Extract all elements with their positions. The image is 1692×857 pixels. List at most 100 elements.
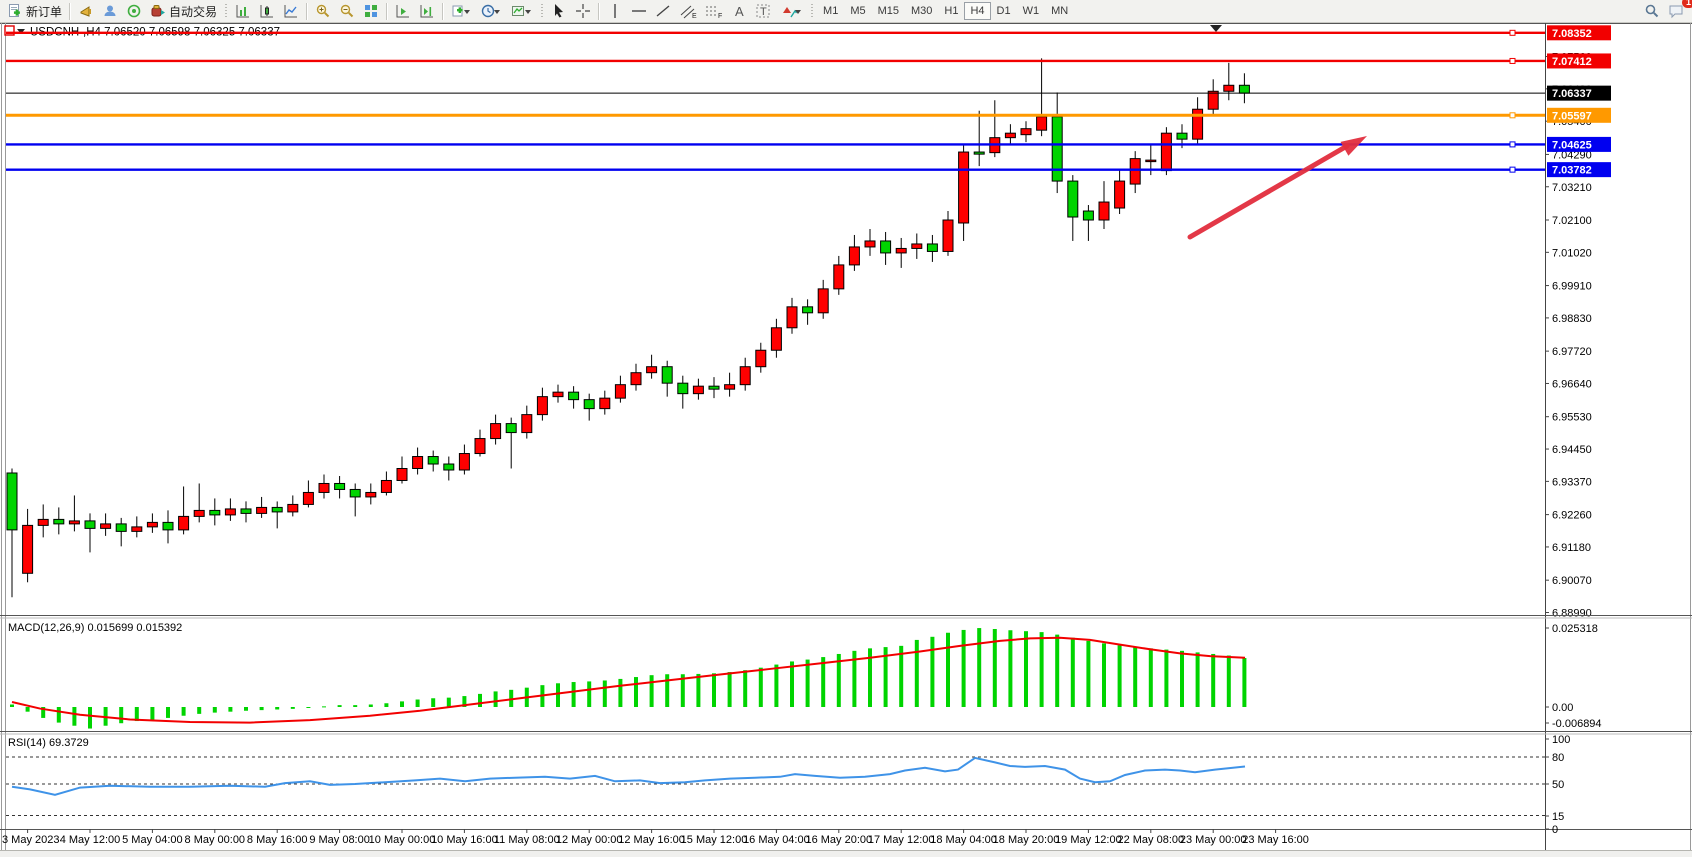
notifications-button[interactable]: 1 <box>1664 1 1689 21</box>
template-button[interactable] <box>507 1 537 21</box>
rsi-label: RSI(14) 69.3729 <box>8 737 89 749</box>
channel-button[interactable]: E <box>675 1 701 21</box>
candle-bear <box>1177 133 1187 139</box>
time-tick-label: 22 May 08:00 <box>1117 834 1184 846</box>
candle-bear <box>1052 117 1062 181</box>
macd-axis-label: 0.00 <box>1552 702 1573 714</box>
timeframe-h4[interactable]: H4 <box>964 2 990 20</box>
separator <box>306 3 308 20</box>
chart-area[interactable]: USDCNH-,H4 7.06520 7.06598 7.06325 7.063… <box>0 0 1692 857</box>
text-icon: A <box>731 3 747 19</box>
time-tick-label: 17 May 12:00 <box>868 834 935 846</box>
cursor-button[interactable] <box>547 1 571 21</box>
candle-bear <box>569 392 579 399</box>
autotrading-button[interactable]: 自动交易 <box>146 1 221 21</box>
toolbar-grip <box>224 4 228 19</box>
autotrading-label: 自动交易 <box>169 3 217 20</box>
vertical-line-button[interactable] <box>603 1 627 21</box>
crosshair-icon <box>575 3 591 19</box>
timeframe-m15[interactable]: M15 <box>872 2 905 20</box>
search-button[interactable] <box>1640 1 1664 21</box>
rsi-axis-label: 0 <box>1552 824 1558 836</box>
zoom-out-button[interactable] <box>335 1 359 21</box>
community-button[interactable] <box>98 1 122 21</box>
candle-bear <box>444 464 454 470</box>
price-tick-label: 7.03210 <box>1552 182 1592 194</box>
horizontal-line-icon <box>631 3 647 19</box>
candle-bear <box>428 457 438 464</box>
macd-bar <box>650 675 654 707</box>
macd-bar <box>260 707 264 710</box>
price-tick-label: 6.99910 <box>1552 281 1592 293</box>
macd-bar <box>665 674 669 707</box>
periods-button[interactable] <box>477 1 507 21</box>
candle-bear <box>803 307 813 313</box>
chart-shift-button[interactable] <box>415 1 439 21</box>
candle-bull <box>834 265 844 289</box>
new-order-icon <box>7 3 23 19</box>
separator <box>386 3 388 20</box>
macd-bar <box>977 628 981 707</box>
macd-bar <box>1133 647 1137 707</box>
text-label-button[interactable]: T <box>751 1 775 21</box>
timeframe-m1[interactable]: M1 <box>817 2 844 20</box>
timeframe-m30[interactable]: M30 <box>905 2 938 20</box>
candle-bear <box>927 244 937 251</box>
macd-bar <box>384 703 388 707</box>
chart-background[interactable] <box>0 23 1692 850</box>
macd-bar <box>962 630 966 707</box>
candle-bear <box>709 386 719 389</box>
timeframe-mn[interactable]: MN <box>1045 2 1074 20</box>
horn-button[interactable] <box>74 1 98 21</box>
crosshair-button[interactable] <box>571 1 595 21</box>
zoom-in-button[interactable] <box>311 1 335 21</box>
horizontal-line-button[interactable] <box>627 1 651 21</box>
candle-bear <box>1083 211 1093 220</box>
timeframe-d1[interactable]: D1 <box>991 2 1017 20</box>
trendline-button[interactable] <box>651 1 675 21</box>
line-anchor-handle[interactable] <box>1510 113 1515 118</box>
signals-button[interactable] <box>122 1 146 21</box>
line-anchor-handle[interactable] <box>1510 58 1515 63</box>
price-tick-label: 6.92260 <box>1552 510 1592 522</box>
line-anchor-handle[interactable] <box>1510 167 1515 172</box>
macd-bar <box>1149 648 1153 707</box>
line-anchor-handle[interactable] <box>1510 30 1515 35</box>
arrows-dropdown-button[interactable] <box>775 1 807 21</box>
add-indicator-button[interactable] <box>447 1 477 21</box>
timeframe-w1[interactable]: W1 <box>1017 2 1046 20</box>
candle-bull <box>475 439 485 454</box>
autoscroll-button[interactable] <box>391 1 415 21</box>
macd-bar <box>1211 654 1215 707</box>
bar-chart-button[interactable] <box>231 1 255 21</box>
new-order-button[interactable]: 新订单 <box>3 1 66 21</box>
candle-bull <box>725 385 735 389</box>
time-tick-label: 15 May 12:00 <box>681 834 748 846</box>
tile-windows-button[interactable] <box>359 1 383 21</box>
candle-bull <box>1224 85 1234 91</box>
timeframe-h1[interactable]: H1 <box>938 2 964 20</box>
candle-bear <box>54 519 64 523</box>
zoom-in-icon <box>315 3 331 19</box>
macd-axis-label: 0.025318 <box>1552 623 1598 635</box>
toolbar-grip <box>540 4 544 19</box>
svg-text:A: A <box>735 4 744 19</box>
timeframe-group: M1M5M15M30H1H4D1W1MN <box>817 2 1074 20</box>
line-anchor-handle[interactable] <box>1510 142 1515 147</box>
candlestick-button[interactable] <box>255 1 279 21</box>
line-chart-button[interactable] <box>279 1 303 21</box>
macd-axis-label: -0.006894 <box>1552 718 1602 730</box>
timeframe-m5[interactable]: M5 <box>844 2 871 20</box>
candle-bear <box>506 424 516 433</box>
candle-bear <box>1239 85 1249 93</box>
candle-bull <box>522 415 532 433</box>
fibonacci-button[interactable]: F <box>701 1 727 21</box>
candle-bull <box>459 454 469 470</box>
candle-bear <box>335 483 345 489</box>
candle-bull <box>553 392 563 396</box>
candle-bull <box>1005 133 1015 137</box>
candle-bull <box>179 516 189 529</box>
notification-badge: 1 <box>1682 0 1692 8</box>
text-button[interactable]: A <box>727 1 751 21</box>
macd-bar <box>213 707 217 713</box>
